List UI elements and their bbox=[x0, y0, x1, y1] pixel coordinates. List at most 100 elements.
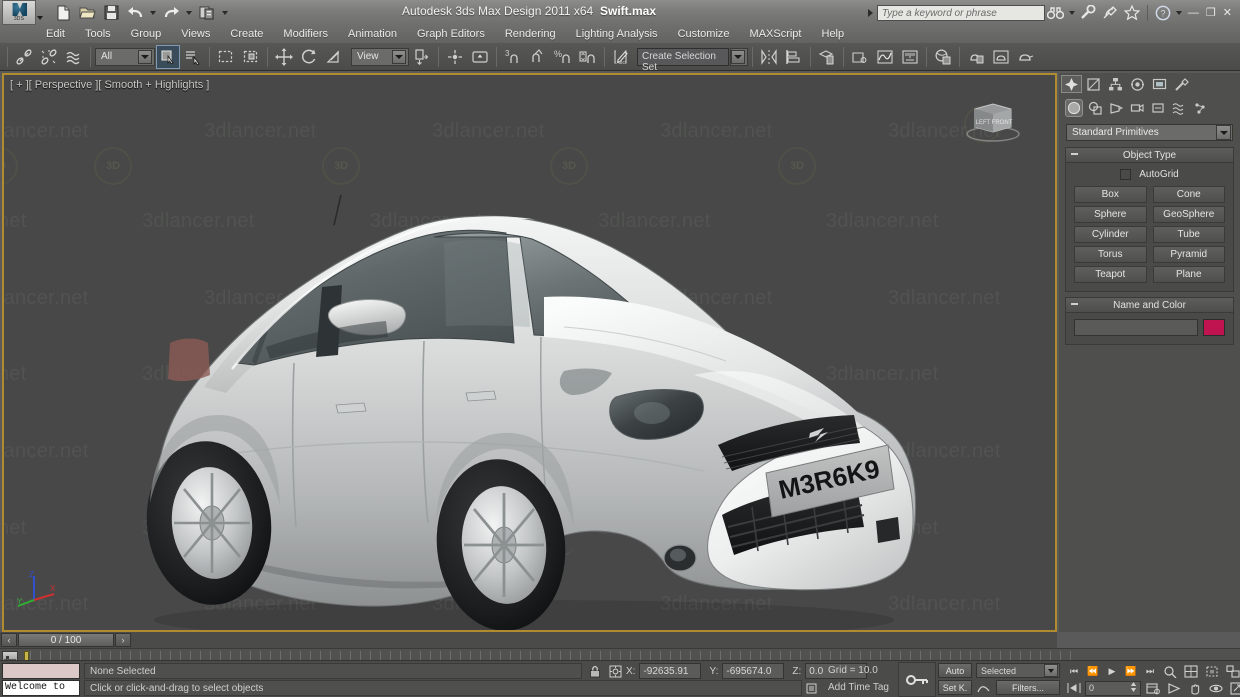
selection-lock-icon[interactable] bbox=[586, 663, 604, 679]
menu-item-lighting-analysis[interactable]: Lighting Analysis bbox=[566, 25, 668, 43]
next-frame-button[interactable]: › bbox=[115, 633, 131, 647]
select-by-name-icon[interactable] bbox=[181, 45, 205, 69]
zoom-region-icon[interactable] bbox=[1224, 663, 1240, 679]
object-color-swatch[interactable] bbox=[1203, 319, 1225, 336]
select-link-icon[interactable] bbox=[12, 45, 36, 69]
maxscript-mini-listener-output[interactable]: Welcome to bbox=[2, 680, 80, 696]
current-frame-field[interactable]: 0 bbox=[1085, 680, 1141, 696]
maxscript-mini-listener-input[interactable] bbox=[2, 663, 80, 679]
project-folder-icon[interactable] bbox=[196, 2, 218, 23]
perspective-viewport[interactable]: 3D 3D 3D 3D 3D 3D 3dlancer.net 3dlancer.… bbox=[2, 73, 1057, 632]
menu-item-animation[interactable]: Animation bbox=[338, 25, 407, 43]
utilities-tab[interactable] bbox=[1171, 75, 1192, 93]
cylinder-button[interactable]: Cylinder bbox=[1074, 226, 1147, 243]
shapes-category-icon[interactable] bbox=[1086, 99, 1104, 117]
time-tag-icon[interactable] bbox=[803, 680, 819, 696]
rectangular-selection-region-icon[interactable] bbox=[214, 45, 238, 69]
minimize-button[interactable]: — bbox=[1188, 7, 1199, 19]
snaps-toggle-icon[interactable]: 3 bbox=[501, 45, 525, 69]
set-key-mode-button[interactable] bbox=[898, 662, 936, 697]
collapse-icon[interactable] bbox=[1071, 153, 1078, 155]
plane-button[interactable]: Plane bbox=[1152, 266, 1225, 283]
space-warps-category-icon[interactable] bbox=[1170, 99, 1188, 117]
geosphere-button[interactable]: GeoSphere bbox=[1152, 206, 1225, 223]
create-tab[interactable] bbox=[1061, 75, 1082, 93]
edit-named-selection-icon[interactable]: ABC bbox=[609, 45, 633, 69]
key-mode-toggle-icon[interactable] bbox=[1066, 681, 1082, 696]
menu-item-customize[interactable]: Customize bbox=[668, 25, 740, 43]
goto-start-button[interactable]: ⏮ bbox=[1066, 664, 1082, 679]
spinner-arrows-icon[interactable] bbox=[1130, 681, 1137, 695]
menu-item-edit[interactable]: Edit bbox=[36, 25, 75, 43]
motion-tab[interactable] bbox=[1127, 75, 1148, 93]
menu-item-tools[interactable]: Tools bbox=[75, 25, 121, 43]
search-dropdown-icon[interactable] bbox=[1068, 10, 1075, 15]
select-object-icon[interactable] bbox=[156, 44, 180, 69]
chevron-down-icon[interactable] bbox=[392, 49, 406, 64]
menu-item-graph-editors[interactable]: Graph Editors bbox=[407, 25, 495, 43]
reference-coordinate-system-combo[interactable]: View bbox=[351, 47, 409, 66]
cone-button[interactable]: Cone bbox=[1152, 186, 1225, 203]
hierarchy-tab[interactable] bbox=[1105, 75, 1126, 93]
align-icon[interactable] bbox=[782, 45, 806, 69]
previous-frame-button[interactable]: ‹ bbox=[1, 633, 17, 647]
keyboard-shortcut-override-icon[interactable] bbox=[468, 45, 492, 69]
teapot-button[interactable]: Teapot bbox=[1074, 266, 1147, 283]
default-in-out-tangents-icon[interactable] bbox=[975, 680, 993, 695]
window-crossing-icon[interactable] bbox=[239, 45, 263, 69]
select-and-rotate-icon[interactable] bbox=[297, 45, 321, 69]
display-tab[interactable] bbox=[1149, 75, 1170, 93]
binoculars-search-icon[interactable] bbox=[1045, 2, 1067, 24]
zoom-all-icon[interactable] bbox=[1182, 663, 1200, 679]
chevron-down-icon[interactable] bbox=[1216, 125, 1231, 140]
percent-snap-icon[interactable]: % bbox=[551, 45, 575, 69]
render-setup-icon[interactable] bbox=[964, 45, 988, 69]
named-selection-set-input[interactable]: Create Selection Set bbox=[637, 47, 729, 73]
key-filter-combo[interactable]: Selected bbox=[976, 663, 1060, 678]
chevron-down-icon[interactable] bbox=[1044, 664, 1058, 677]
undo-icon[interactable] bbox=[124, 2, 146, 23]
previous-frame-button[interactable]: ⏪ bbox=[1085, 664, 1101, 679]
chevron-down-icon[interactable] bbox=[138, 49, 152, 64]
auto-key-button[interactable]: Auto bbox=[938, 663, 972, 678]
cameras-category-icon[interactable] bbox=[1128, 99, 1146, 117]
helpers-category-icon[interactable] bbox=[1149, 99, 1167, 117]
redo-dropdown-icon[interactable] bbox=[186, 10, 192, 15]
undo-dropdown-icon[interactable] bbox=[150, 10, 156, 15]
help-dropdown-icon[interactable] bbox=[1175, 10, 1182, 15]
open-file-icon[interactable] bbox=[76, 2, 98, 23]
play-animation-button[interactable]: ▶ bbox=[1104, 664, 1120, 679]
object-name-input[interactable] bbox=[1074, 319, 1198, 336]
viewport-label[interactable]: [ + ][ Perspective ][ Smooth + Highlight… bbox=[10, 79, 209, 91]
absolute-relative-transform-icon[interactable] bbox=[606, 663, 624, 679]
next-frame-button[interactable]: ⏩ bbox=[1123, 664, 1139, 679]
primitive-type-combo[interactable]: Standard Primitives bbox=[1066, 124, 1233, 141]
search-input[interactable]: Type a keyword or phrase bbox=[876, 4, 1045, 21]
chevron-down-icon[interactable] bbox=[731, 49, 745, 64]
select-and-scale-icon[interactable] bbox=[322, 45, 346, 69]
graphite-toolbar-icon[interactable] bbox=[848, 45, 872, 69]
angle-snap-icon[interactable] bbox=[526, 45, 550, 69]
star-favorites-icon[interactable] bbox=[1121, 2, 1143, 24]
pyramid-button[interactable]: Pyramid bbox=[1152, 246, 1225, 263]
modify-tab[interactable] bbox=[1083, 75, 1104, 93]
qat-customize-icon[interactable] bbox=[222, 10, 228, 15]
spinner-snap-icon[interactable] bbox=[576, 45, 600, 69]
orbit-icon[interactable] bbox=[1207, 680, 1225, 696]
menu-item-views[interactable]: Views bbox=[171, 25, 220, 43]
satellite-icon[interactable] bbox=[1099, 2, 1121, 24]
maximize-button[interactable]: ❐ bbox=[1206, 6, 1216, 19]
menu-item-maxscript[interactable]: MAXScript bbox=[740, 25, 812, 43]
name-and-color-rollout-header[interactable]: Name and Color bbox=[1066, 298, 1233, 313]
menu-item-help[interactable]: Help bbox=[812, 25, 855, 43]
selection-filter-combo[interactable]: All bbox=[95, 47, 155, 66]
close-button[interactable]: ✕ bbox=[1223, 6, 1232, 19]
application-menu-button[interactable]: 3DS bbox=[2, 0, 43, 25]
goto-end-button[interactable]: ⏭ bbox=[1142, 664, 1158, 679]
filters-button[interactable]: Filters... bbox=[996, 680, 1060, 695]
menu-item-rendering[interactable]: Rendering bbox=[495, 25, 566, 43]
menu-item-create[interactable]: Create bbox=[220, 25, 273, 43]
help-question-icon[interactable]: ? bbox=[1152, 2, 1174, 24]
wrench-icon[interactable] bbox=[1077, 2, 1099, 24]
rendered-frame-window-icon[interactable] bbox=[989, 45, 1013, 69]
